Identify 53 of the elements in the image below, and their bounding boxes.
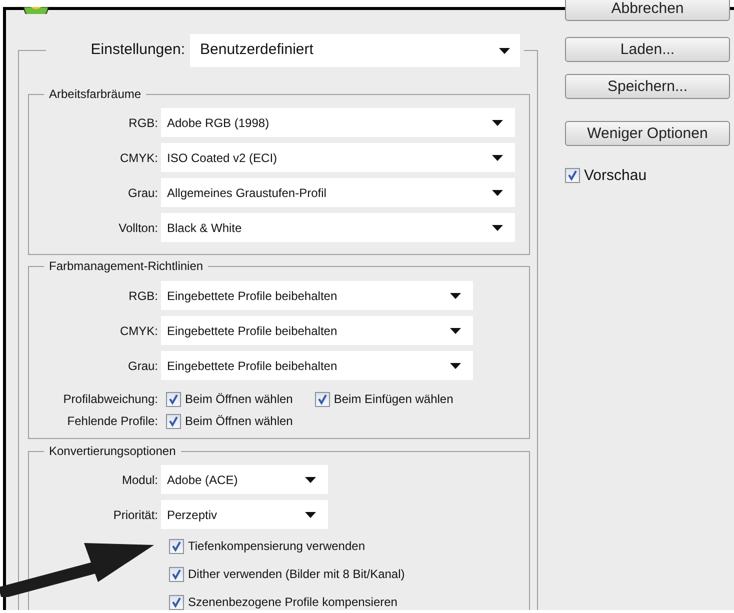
checkbox[interactable] [565, 168, 580, 183]
dropdown[interactable]: Adobe (ACE) [161, 465, 328, 494]
field-label: RGB: [128, 114, 159, 132]
caret-icon [499, 48, 510, 54]
caret-icon [305, 476, 316, 482]
group-title: Farbmanagement-Richtlinien [44, 258, 208, 274]
dropdown[interactable]: Adobe RGB (1998) [161, 108, 515, 137]
checkbox-label: Beim Öffnen wählen [185, 413, 293, 430]
checkbox-label: Vorschau [584, 168, 647, 183]
field-label: Vollton: [118, 220, 159, 236]
caret-icon [492, 224, 503, 230]
checkbox-label: Beim Einfügen wählen [334, 391, 454, 408]
dropdown[interactable]: Eingebettete Profile beibehalten [161, 351, 473, 380]
field-label: RGB: [128, 288, 159, 304]
field-label: Grau: [126, 184, 159, 202]
caret-icon [450, 362, 461, 368]
button[interactable]: Laden... [565, 37, 730, 62]
button[interactable]: Weniger Optionen [565, 121, 730, 146]
caret-icon [492, 154, 503, 160]
checkbox[interactable] [169, 594, 184, 610]
dropdown[interactable]: Benutzerdefiniert [190, 34, 520, 67]
field-label: Profilabweichung: [62, 391, 159, 408]
group-title: Konvertierungsoptionen [44, 443, 181, 459]
field-label: Grau: [126, 358, 159, 374]
button[interactable]: Speichern... [565, 74, 730, 99]
field-label: CMYK: [118, 322, 159, 340]
field-label: Priorität: [112, 506, 159, 524]
checkbox[interactable] [169, 566, 184, 582]
field-label: Fehlende Profile: [66, 413, 159, 430]
checkbox[interactable] [169, 538, 184, 554]
caret-icon [450, 328, 461, 334]
checkbox[interactable] [166, 392, 181, 406]
checkbox-label: Tiefenkompensierung verwenden [188, 538, 365, 555]
checkbox-label: Szenenbezogene Profile kompensieren [188, 594, 398, 610]
button[interactable]: Abbrechen [565, 0, 730, 21]
dropdown[interactable]: ISO Coated v2 (ECI) [161, 143, 515, 172]
dropdown[interactable]: Perzeptiv [161, 500, 328, 529]
field-label: CMYK: [118, 150, 159, 166]
caret-icon [450, 292, 461, 298]
caret-icon [492, 190, 503, 196]
checkbox[interactable] [314, 392, 330, 406]
dropdown[interactable]: Allgemeines Graustufen-Profil [161, 178, 515, 207]
checkbox[interactable] [166, 414, 181, 428]
dropdown[interactable]: Black & White [161, 213, 515, 242]
checkbox-label: Beim Öffnen wählen [185, 391, 293, 408]
field-label: Einstellungen: [90, 40, 185, 60]
dropdown[interactable]: Eingebettete Profile beibehalten [161, 316, 473, 345]
app-icon [22, 7, 50, 14]
caret-icon [492, 120, 503, 126]
caret-icon [305, 512, 316, 518]
field-label: Modul: [120, 472, 159, 488]
checkbox-label: Dither verwenden (Bilder mit 8 Bit/Kanal) [188, 566, 405, 583]
dropdown[interactable]: Eingebettete Profile beibehalten [161, 281, 473, 310]
